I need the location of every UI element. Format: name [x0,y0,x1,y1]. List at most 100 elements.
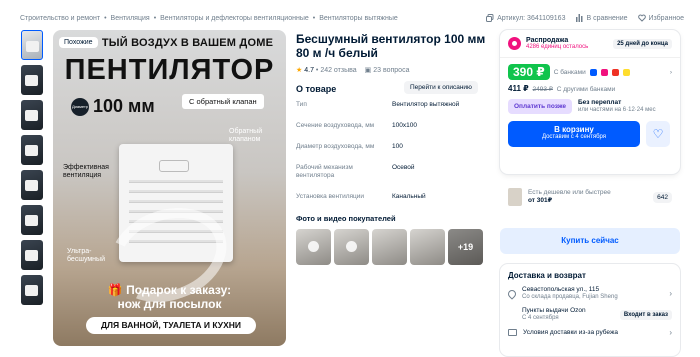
delivery-heading: Доставка и возврат [508,271,586,280]
thumbnail[interactable] [21,65,43,95]
returns-text: Условия доставки из-за рубежа [523,328,618,336]
compare-button[interactable]: В сравнение [575,14,628,22]
breadcrumb-separator: • [153,15,157,22]
efficient-callout: Эффективная вентиляция [63,164,109,179]
other-price-row: 411 ₽ 2493 ₽ С другими банками [508,84,672,93]
add-to-cart-button[interactable]: В корзину Доставим с 4 сентября [508,121,640,147]
star-icon: ★ [296,67,303,74]
fan-slat [129,200,223,203]
cart-delivery-date: Доставим с 4 сентября [541,134,607,140]
installment-title: Без переплат [577,99,622,106]
rating-value: 4.7 [304,67,314,74]
favorite-heart-button[interactable]: ♡ [646,121,670,147]
heart-icon [637,14,646,22]
returns-row[interactable]: Условия доставки из-за рубежа › [508,328,672,337]
other-price-label: С другими банками [556,86,616,93]
spec-key: Диаметр воздуховода, мм [296,143,375,150]
play-icon [308,241,319,252]
thumbnail[interactable] [21,30,43,60]
cheaper-offers-row[interactable]: Есть дешевле или быстрее от 301₽ 642 [508,188,672,206]
sale-subtitle: 4286 единиц осталось [526,44,589,50]
breadcrumb-item[interactable]: Вентиляторы вытяжные [319,15,398,22]
delivery-address-row[interactable]: Севастопольская ул., 115 Со склада продав… [506,286,672,301]
pay-later-button[interactable]: Оплатить позже [508,99,572,114]
rating[interactable]: ★ 4.7 • 242 отзыва [296,66,357,74]
spec-value: Осевой [392,164,415,171]
thumbnail[interactable] [21,240,43,270]
article-number[interactable]: Артикул: 3641109163 [486,14,565,22]
sale-ends-badge: 25 дней до конца [613,38,672,49]
silent-callout: Ультра- бесшумный [67,248,105,263]
customer-photo[interactable] [296,229,331,265]
compare-label: В сравнение [586,14,628,22]
customer-photo-more[interactable]: +19 [448,229,483,265]
gift-text: 🎁 Подарок к заказу: нож для посылок [107,283,232,311]
bank-price-row[interactable]: 390 ₽ С банками › [508,64,672,80]
fan-image [25,250,38,261]
main-product-image[interactable]: Похожие ТЫЙ ВОЗДУХ В ВАШЕМ ДОМЕ ПЕНТИЛЯТ… [53,30,286,346]
thumbnail[interactable] [21,170,43,200]
bank-icon [600,68,608,76]
location-pin-icon [506,287,518,300]
thumbnail[interactable] [21,135,43,165]
customer-photo[interactable] [334,229,369,265]
go-to-description-button[interactable]: Перейти к описанию [404,81,478,94]
thumbnail[interactable] [21,275,43,305]
bank-icon [589,68,597,76]
diameter-icon: Диаметр [71,97,89,116]
product-title: Бесшумный вентилятор 100 мм 80 м /ч белы… [296,32,486,60]
fan-image [25,215,38,226]
fan-slat [129,180,223,183]
cheaper-text: Есть дешевле или быстрее от 301₽ [528,189,611,205]
breadcrumb-item[interactable]: Вентиляторы и дефлекторы вентиляционные [160,15,309,22]
spec-key: Рабочий механизм вентилятора [296,164,353,179]
favorite-button[interactable]: Избранное [637,14,684,22]
pickup-badge: Входит в заказ [619,309,672,320]
about-heading: О товаре [296,84,337,94]
article-label: Артикул: 3641109163 [497,14,566,22]
customer-photo[interactable] [410,229,445,265]
sale-banner[interactable]: Распродажа 4286 единиц осталось 25 дней … [500,30,680,58]
spec-row: Сечение воздуховода, мм 100x100 [296,122,486,130]
bank-price-label: С банками [553,68,586,76]
buy-now-button[interactable]: Купить сейчас [500,228,680,254]
thumbnail[interactable] [21,205,43,235]
questions-link[interactable]: ▣ 23 вопроса [365,66,410,74]
heart-icon: ♡ [652,127,664,141]
offers-count-badge: 642 [653,191,672,203]
installment-subtitle: или частями на 6·12·24 мес [577,107,656,113]
old-price: 2493 ₽ [532,86,553,93]
spec-value: Вентилятор вытяжной [392,101,460,108]
fan-image [25,285,38,296]
buy-card: Распродажа 4286 единиц осталось 25 дней … [500,30,680,174]
delivery-card: Доставка и возврат Севастопольская ул., … [500,264,680,356]
breadcrumb-item[interactable]: Строительство и ремонт [20,15,100,22]
breadcrumb-item[interactable]: Вентиляция [111,15,150,22]
photos-heading: Фото и видео покупателей [296,214,396,223]
spec-row: Рабочий механизм вентилятора Осевой [296,164,486,180]
chevron-right-icon: › [669,328,672,337]
bank-icon [622,68,630,76]
chevron-right-icon: › [669,289,672,298]
cheaper-price: от 301₽ [528,197,553,204]
cart-label: В корзину [554,125,594,134]
thumbnail[interactable] [21,100,43,130]
fan-image [26,41,39,52]
copy-icon [486,14,494,22]
fan-image [25,145,38,156]
reviews-link[interactable]: 242 отзыва [320,67,356,74]
box-icon [508,329,517,336]
play-icon [346,241,357,252]
spec-row: Установка вентиляции Канальный [296,193,486,201]
customer-photo[interactable] [372,229,407,265]
address-text: Севастопольская ул., 115 [522,286,600,293]
offer-thumbnail [508,188,522,206]
pickup-text: Пункты выдачи Ozon [522,307,586,314]
chevron-right-icon: › [669,68,672,76]
pickup-info: Пункты выдачи Ozon С 4 сентября [522,307,586,322]
diameter-block: Диаметр 100 мм [71,96,155,117]
pickup-row[interactable]: Пункты выдачи Ozon С 4 сентября Входит в … [508,307,672,322]
spec-row: Диаметр воздуховода, мм 100 [296,143,486,151]
fan-image [25,75,38,86]
customer-photos: +19 [296,229,483,265]
